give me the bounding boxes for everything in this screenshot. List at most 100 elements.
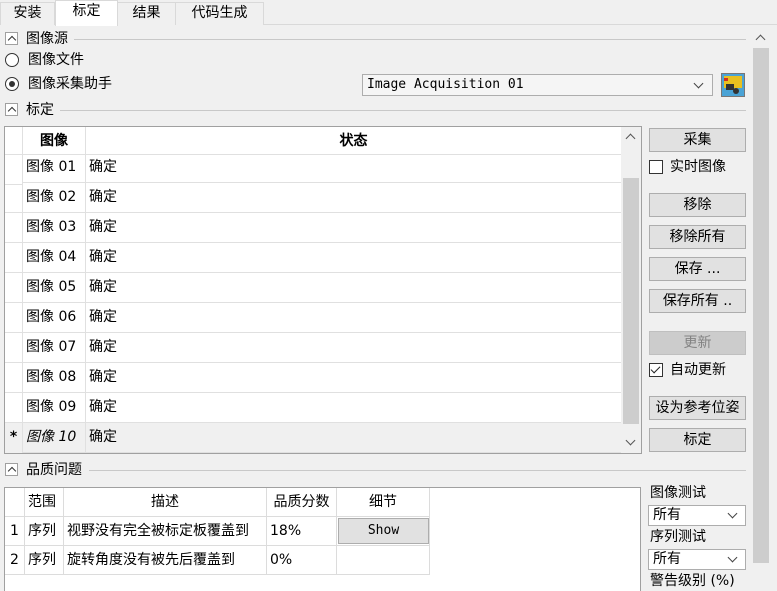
update-button[interactable]: 更新 (649, 331, 746, 355)
column-header-status[interactable]: 状态 (86, 127, 621, 155)
row-header-corner (5, 488, 25, 517)
quality-row-index: 2 (5, 546, 25, 575)
image-source-collapse-toggle[interactable] (5, 32, 18, 45)
table-row[interactable]: 图像 04 确定 (5, 243, 621, 273)
image-status-cell: 确定 (86, 423, 621, 453)
sequence-test-label: 序列测试 (650, 529, 706, 545)
sequence-test-select[interactable]: 所有 (648, 549, 746, 570)
image-name-cell: 图像 03 (23, 213, 86, 243)
image-test-label: 图像测试 (650, 485, 706, 501)
table-row[interactable]: 图像 03 确定 (5, 213, 621, 243)
acquisition-assistant-icon[interactable] (721, 73, 745, 97)
quality-issues-grid: 范围 描述 品质分数 细节 1 序列 视野没有完全被标定板覆盖到 18% Sho… (4, 487, 641, 591)
image-status-cell: 确定 (86, 213, 621, 243)
auto-update-checkbox[interactable] (649, 363, 663, 377)
image-status-cell: 确定 (86, 303, 621, 333)
calibration-collapse-toggle[interactable] (5, 103, 18, 116)
image-assistant-select[interactable]: Image Acquisition 01 (362, 74, 713, 96)
quality-collapse-toggle[interactable] (5, 463, 18, 476)
image-name-cell: 图像 01 (23, 153, 86, 183)
table-row[interactable]: 图像 05 确定 (5, 273, 621, 303)
image-name-cell: 图像 08 (23, 363, 86, 393)
section-divider (89, 470, 746, 471)
show-detail-button[interactable]: Show (338, 518, 429, 544)
image-name-cell: 图像 04 (23, 243, 86, 273)
grid-scrollbar[interactable] (621, 127, 641, 453)
row-header (5, 333, 23, 363)
section-divider (60, 110, 746, 111)
remove-all-button[interactable]: 移除所有 (649, 225, 746, 249)
quality-title: 品质问题 (26, 462, 82, 478)
row-header (5, 273, 23, 303)
row-header (5, 213, 23, 243)
image-source-title: 图像源 (26, 31, 68, 47)
tab-install[interactable]: 安装 (0, 2, 55, 25)
section-divider (74, 39, 746, 40)
main-scrollbar[interactable] (751, 26, 771, 591)
image-assistant-value: Image Acquisition 01 (367, 77, 524, 92)
tab-bar: 安装 标定 结果 代码生成 (0, 0, 777, 26)
scroll-up-arrow-icon[interactable] (755, 34, 766, 45)
scrollbar-thumb[interactable] (623, 178, 639, 424)
column-header-image[interactable]: 图像 (23, 127, 86, 155)
row-header (5, 393, 23, 423)
radio-image-assistant[interactable] (5, 77, 19, 91)
image-status-cell: 确定 (86, 153, 621, 183)
image-status-cell: 确定 (86, 393, 621, 423)
warning-level-label: 警告级别 (%) (650, 573, 735, 589)
calibration-image-grid: 图像 状态 图像 01 确定 图像 02 确定 图像 03 确定 图像 04 确… (4, 126, 642, 454)
image-status-cell: 确定 (86, 363, 621, 393)
image-assistant-label: 图像采集助手 (28, 76, 112, 92)
quality-score-cell: 0% (267, 546, 337, 575)
remove-button[interactable]: 移除 (649, 193, 746, 217)
tab-calibration[interactable]: 标定 (55, 0, 118, 26)
tab-code-generation[interactable]: 代码生成 (175, 2, 264, 25)
image-name-cell: 图像 10 (23, 423, 86, 453)
row-marker: * (5, 423, 23, 453)
column-header-description[interactable]: 描述 (64, 488, 267, 517)
table-row[interactable]: 图像 07 确定 (5, 333, 621, 363)
tab-results[interactable]: 结果 (117, 2, 176, 25)
quality-scope-cell: 序列 (25, 517, 64, 546)
sequence-test-value: 所有 (653, 551, 681, 567)
live-image-checkbox[interactable] (649, 160, 663, 174)
row-header (5, 363, 23, 393)
calibrate-button[interactable]: 标定 (649, 428, 746, 452)
table-row[interactable]: 图像 08 确定 (5, 363, 621, 393)
table-row[interactable]: 图像 02 确定 (5, 183, 621, 213)
image-name-cell: 图像 07 (23, 333, 86, 363)
quality-description-cell: 旋转角度没有被先后覆盖到 (64, 546, 267, 575)
radio-image-file[interactable] (5, 53, 19, 67)
column-header-scope[interactable]: 范围 (25, 488, 64, 517)
scroll-down-arrow-icon[interactable] (625, 435, 636, 446)
set-reference-pose-button[interactable]: 设为参考位姿 (649, 396, 746, 420)
table-row[interactable]: 图像 09 确定 (5, 393, 621, 423)
chevron-down-icon (693, 78, 704, 89)
image-status-cell: 确定 (86, 333, 621, 363)
image-test-select[interactable]: 所有 (648, 505, 746, 526)
image-status-cell: 确定 (86, 273, 621, 303)
save-button[interactable]: 保存 ... (649, 257, 746, 281)
column-header-detail[interactable]: 细节 (337, 488, 430, 517)
image-status-cell: 确定 (86, 183, 621, 213)
image-name-cell: 图像 06 (23, 303, 86, 333)
quality-detail-cell: Show (337, 517, 430, 546)
scrollbar-thumb[interactable] (753, 48, 769, 563)
image-name-cell: 图像 09 (23, 393, 86, 423)
image-name-cell: 图像 02 (23, 183, 86, 213)
scroll-up-arrow-icon[interactable] (625, 133, 636, 144)
table-row-selected[interactable]: * 图像 10 确定 (5, 423, 621, 453)
quality-description-cell: 视野没有完全被标定板覆盖到 (64, 517, 267, 546)
row-header (5, 183, 23, 213)
quality-scope-cell: 序列 (25, 546, 64, 575)
quality-score-cell: 18% (267, 517, 337, 546)
row-header (5, 303, 23, 333)
image-file-label: 图像文件 (28, 52, 84, 68)
column-header-score[interactable]: 品质分数 (267, 488, 337, 517)
acquire-button[interactable]: 采集 (649, 128, 746, 152)
table-row[interactable]: 图像 01 确定 (5, 153, 621, 185)
chevron-down-icon (727, 508, 738, 519)
table-row[interactable]: 图像 06 确定 (5, 303, 621, 333)
save-all-button[interactable]: 保存所有 .. (649, 289, 746, 313)
row-header-corner (5, 127, 23, 155)
